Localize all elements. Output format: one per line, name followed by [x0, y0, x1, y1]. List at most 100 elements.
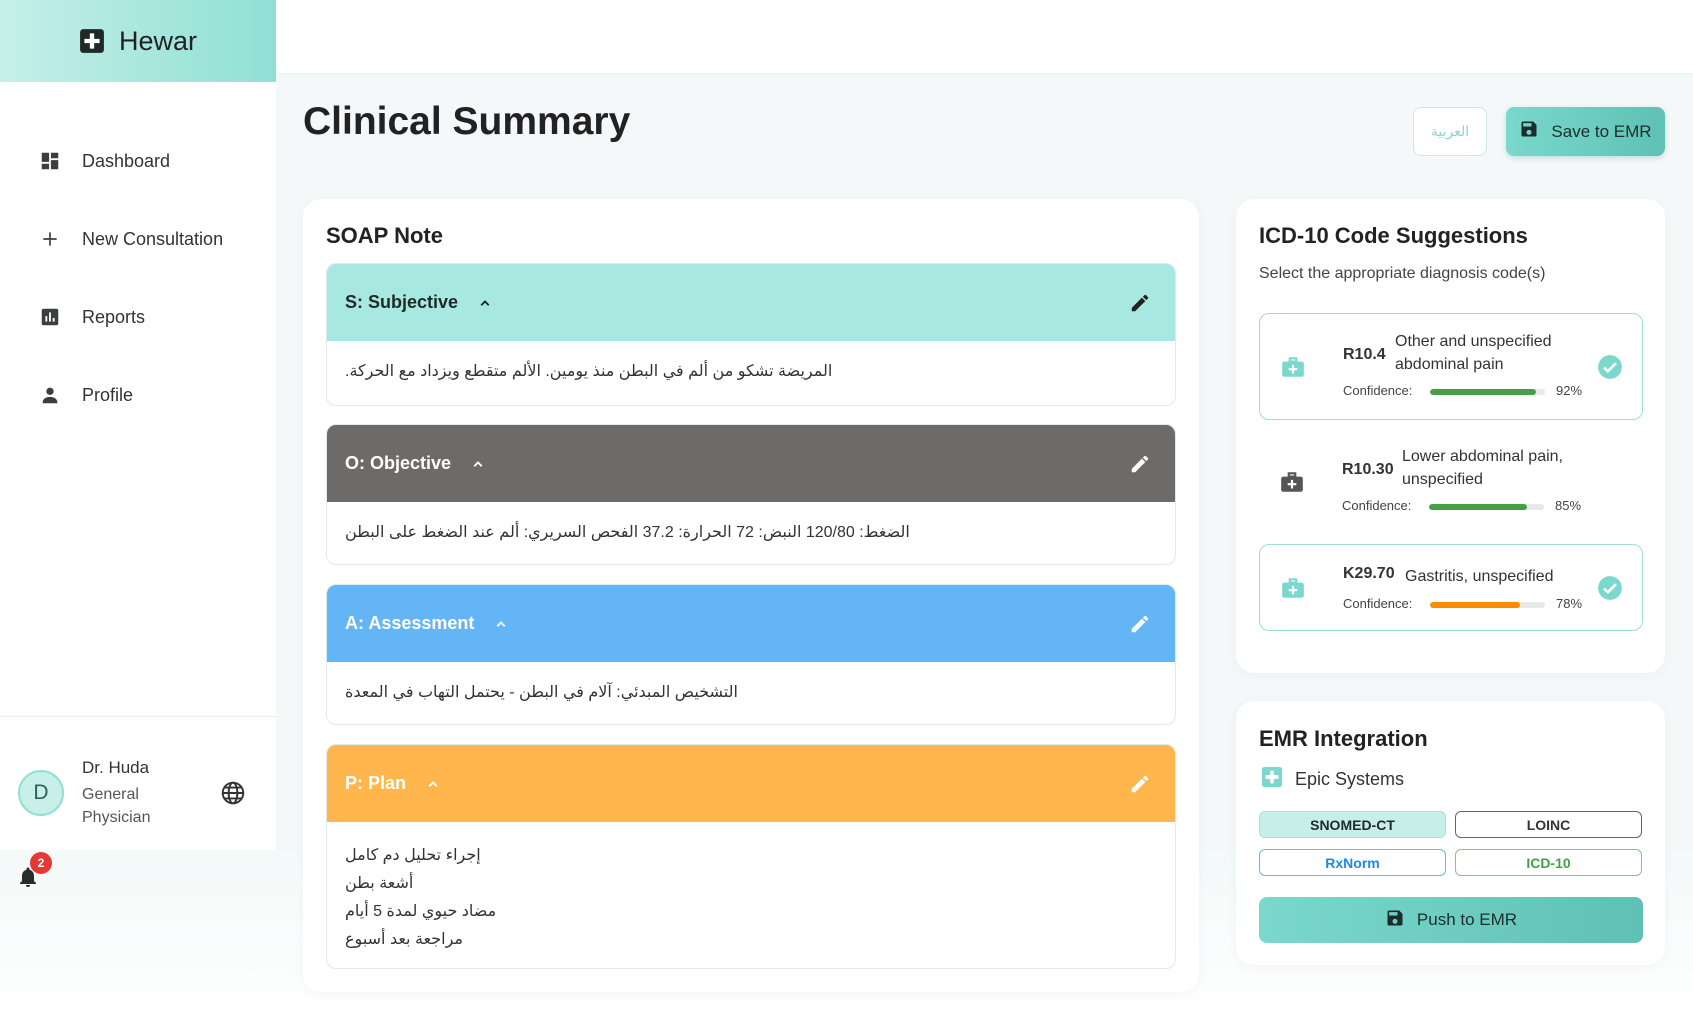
soap-text-line: أشعة بطن — [345, 875, 414, 892]
sidebar-item-label: Reports — [82, 306, 146, 327]
emr-system-row: Epic Systems — [1261, 766, 1404, 793]
soap-text-line: مراجعة بعد أسبوع — [345, 931, 463, 948]
push-button-label: Push to EMR — [1416, 910, 1518, 929]
sidebar-item-label: Dashboard — [82, 150, 171, 171]
brand-name: Hewar — [118, 25, 198, 56]
confidence-percent: 85% — [1555, 498, 1582, 513]
confidence-label: Confidence: — [1343, 383, 1413, 398]
icd-description: Lower abdominal pain, unspecified — [1402, 448, 1563, 488]
notification-badge: 2 — [30, 852, 52, 874]
chevron-up-icon[interactable] — [492, 615, 510, 633]
chip-rxnorm[interactable]: RxNorm — [1259, 849, 1446, 876]
chevron-up-icon[interactable] — [476, 294, 494, 312]
brand-header[interactable]: Hewar — [0, 0, 276, 82]
soap-section-assessment: A: Assessment التشخيص المبدئي: آلام في ا… — [326, 584, 1176, 725]
soap-text-line: الضغط: 120/80 النبض: 72 الحرارة: 37.2 ال… — [345, 524, 910, 541]
soap-note-title: SOAP Note — [326, 223, 443, 248]
globe-icon[interactable] — [220, 780, 248, 808]
icd-suggestion-item[interactable]: K29.70 Gastritis, unspecified Confidence… — [1259, 544, 1643, 631]
confidence-fill — [1430, 602, 1520, 608]
soap-section-title: A: Assessment — [345, 613, 475, 633]
push-to-emr-button[interactable]: Push to EMR — [1259, 897, 1643, 943]
emr-system-name: Epic Systems — [1295, 769, 1405, 789]
edit-icon[interactable] — [1129, 613, 1151, 635]
sidebar: Hewar Dashboard New Consultation Reports… — [0, 0, 276, 850]
soap-section-objective: O: Objective الضغط: 120/80 النبض: 72 الح… — [326, 424, 1176, 565]
dashboard-icon — [38, 149, 62, 173]
user-name: Dr. Huda — [82, 758, 150, 777]
sidebar-item-profile[interactable]: Profile — [0, 356, 276, 434]
confidence-label: Confidence: — [1342, 498, 1412, 513]
chevron-up-icon[interactable] — [424, 775, 442, 793]
soap-section-header[interactable]: O: Objective — [327, 425, 1175, 502]
icd-code: R10.4 — [1343, 346, 1386, 363]
save-to-emr-button[interactable]: Save to EMR — [1506, 107, 1665, 156]
soap-text-line: إجراء تحليل دم كامل — [345, 847, 481, 864]
edit-icon[interactable] — [1129, 292, 1151, 314]
sidebar-divider — [0, 716, 276, 717]
save-button-label: Save to EMR — [1551, 121, 1652, 141]
soap-section-content[interactable]: المريضة تشكو من ألم في البطن منذ يومين. … — [327, 341, 1175, 381]
page-title: Clinical Summary — [303, 100, 631, 143]
language-toggle-button[interactable]: العربية — [1413, 107, 1487, 156]
soap-section-plan: P: Plan إجراء تحليل دم كامل أشعة بطن مضا… — [326, 744, 1176, 969]
confidence-percent: 78% — [1556, 596, 1583, 611]
soap-section-content[interactable]: الضغط: 120/80 النبض: 72 الحرارة: 37.2 ال… — [327, 502, 1175, 542]
medical-kit-icon — [1280, 575, 1306, 601]
sidebar-item-label: New Consultation — [82, 228, 224, 249]
soap-section-subjective: S: Subjective المريضة تشكو من ألم في الب… — [326, 263, 1176, 406]
confidence-bar — [1430, 602, 1545, 608]
check-circle-icon[interactable] — [1597, 575, 1623, 601]
confidence-label: Confidence: — [1343, 596, 1413, 611]
person-icon — [38, 383, 62, 407]
sidebar-item-reports[interactable]: Reports — [0, 278, 276, 356]
edit-icon[interactable] — [1129, 453, 1151, 475]
confidence-fill — [1429, 504, 1527, 510]
soap-section-header[interactable]: P: Plan — [327, 745, 1175, 822]
icd-suggestion-item[interactable]: R10.4 Other and unspecified abdominal pa… — [1259, 313, 1643, 420]
sidebar-item-label: Profile — [82, 384, 134, 405]
chip-snomed-ct[interactable]: SNOMED-CT — [1259, 811, 1446, 838]
bar-chart-icon — [38, 305, 62, 329]
icd-card-title: ICD-10 Code Suggestions — [1259, 223, 1528, 248]
emr-integration-card: EMR Integration Epic Systems SNOMED-CT L… — [1236, 701, 1665, 965]
icd-card-subtitle: Select the appropriate diagnosis code(s) — [1259, 265, 1546, 282]
confidence-fill — [1430, 389, 1536, 395]
edit-icon[interactable] — [1129, 773, 1151, 795]
soap-text-line: مضاد حيوي لمدة 5 أيام — [345, 903, 497, 920]
user-role-line1: General — [82, 786, 139, 803]
icd-description: Gastritis, unspecified — [1405, 568, 1554, 585]
medical-cross-icon — [79, 28, 105, 54]
soap-section-content[interactable]: إجراء تحليل دم كامل أشعة بطن مضاد حيوي ل… — [327, 822, 1175, 954]
save-icon — [1385, 908, 1405, 933]
confidence-percent: 92% — [1556, 383, 1583, 398]
icd-code: R10.30 — [1342, 461, 1394, 478]
medical-cross-icon — [1261, 766, 1283, 793]
user-role-line2: Physician — [82, 809, 151, 826]
medical-kit-icon — [1280, 354, 1306, 380]
icd-code: K29.70 — [1343, 565, 1395, 582]
emr-card-title: EMR Integration — [1259, 726, 1428, 751]
confidence-bar — [1430, 389, 1545, 395]
chip-loinc[interactable]: LOINC — [1455, 811, 1642, 838]
icd-suggestion-item[interactable]: R10.30 Lower abdominal pain, unspecified… — [1259, 429, 1643, 536]
icd-description: Other and unspecified abdominal pain — [1395, 333, 1552, 373]
plus-icon — [38, 227, 62, 251]
top-bar — [276, 0, 1693, 74]
soap-text-line: المريضة تشكو من ألم في البطن منذ يومين. … — [345, 363, 833, 380]
chevron-up-icon[interactable] — [469, 455, 487, 473]
user-info: Dr. Huda General Physician — [82, 758, 202, 829]
medical-kit-icon — [1279, 469, 1305, 495]
chip-icd-10[interactable]: ICD-10 — [1455, 849, 1642, 876]
sidebar-item-new-consultation[interactable]: New Consultation — [0, 200, 276, 278]
soap-note-card: SOAP Note S: Subjective المريضة تشكو من … — [303, 199, 1199, 992]
soap-section-title: P: Plan — [345, 773, 407, 793]
confidence-bar — [1429, 504, 1544, 510]
soap-section-content[interactable]: التشخيص المبدئي: آلام في البطن - يحتمل ا… — [327, 662, 1175, 702]
sidebar-item-dashboard[interactable]: Dashboard — [0, 122, 276, 200]
check-circle-icon[interactable] — [1597, 354, 1623, 380]
soap-section-header[interactable]: S: Subjective — [327, 264, 1175, 341]
soap-section-title: O: Objective — [345, 453, 452, 473]
avatar[interactable]: D — [18, 770, 64, 816]
soap-section-header[interactable]: A: Assessment — [327, 585, 1175, 662]
